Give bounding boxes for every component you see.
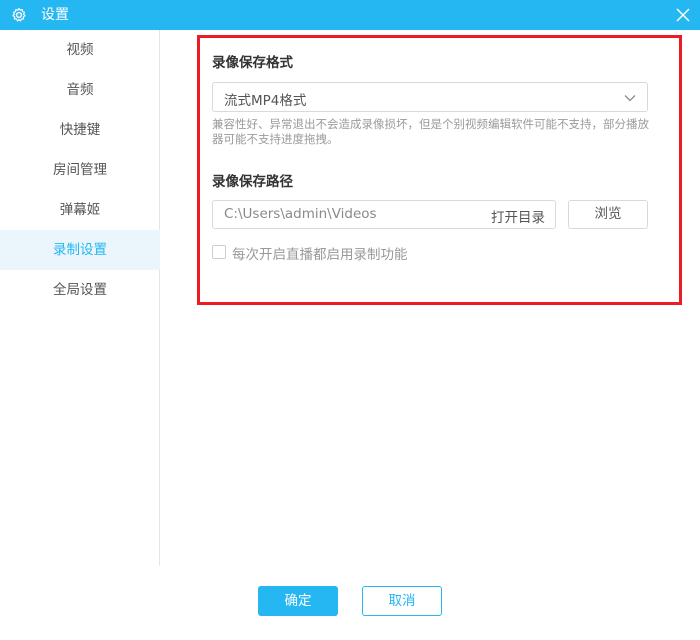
browse-button[interactable]: 浏览 bbox=[568, 200, 648, 229]
sidebar-item-global[interactable]: 全局设置 bbox=[0, 270, 160, 310]
sidebar-item-label: 录制设置 bbox=[53, 242, 107, 258]
sidebar-item-danmaku[interactable]: 弹幕姬 bbox=[0, 190, 160, 230]
path-label: 录像保存路径 bbox=[212, 174, 293, 190]
format-select[interactable]: 流式MP4格式 bbox=[212, 82, 648, 112]
sidebar-item-audio[interactable]: 音频 bbox=[0, 70, 160, 110]
sidebar-item-label: 快捷键 bbox=[59, 122, 101, 138]
save-path-value: C:\Users\admin\Videos bbox=[224, 206, 377, 222]
sidebar-item-recording[interactable]: 录制设置 bbox=[0, 230, 160, 270]
format-select-value: 流式MP4格式 bbox=[224, 93, 307, 109]
sidebar-item-label: 房间管理 bbox=[53, 162, 107, 178]
save-path-field[interactable]: C:\Users\admin\Videos 打开目录 bbox=[212, 200, 556, 229]
confirm-button[interactable]: 确定 bbox=[258, 586, 338, 616]
cancel-button[interactable]: 取消 bbox=[362, 586, 442, 616]
format-label: 录像保存格式 bbox=[212, 55, 293, 71]
title-bar: 设置 bbox=[0, 0, 700, 30]
settings-sidebar: 视频 音频 快捷键 房间管理 弹幕姬 录制设置 全局设置 bbox=[0, 30, 160, 566]
sidebar-item-label: 音频 bbox=[66, 82, 94, 98]
sidebar-item-room-management[interactable]: 房间管理 bbox=[0, 150, 160, 190]
sidebar-item-hotkeys[interactable]: 快捷键 bbox=[0, 110, 160, 150]
sidebar-item-label: 弹幕姬 bbox=[59, 202, 101, 218]
open-directory-button[interactable]: 打开目录 bbox=[491, 206, 545, 226]
sidebar-item-video[interactable]: 视频 bbox=[0, 30, 160, 70]
window-title: 设置 bbox=[41, 7, 69, 23]
auto-record-checkbox[interactable] bbox=[212, 245, 226, 259]
chevron-down-icon bbox=[624, 95, 636, 102]
close-icon[interactable] bbox=[674, 6, 692, 24]
sidebar-item-label: 视频 bbox=[66, 42, 94, 58]
auto-record-label[interactable]: 每次开启直播都启用录制功能 bbox=[232, 243, 408, 263]
gear-icon bbox=[12, 7, 26, 22]
sidebar-item-label: 全局设置 bbox=[53, 282, 107, 298]
format-hint: 兼容性好、异常退出不会造成录像损坏，但是个别视频编辑软件可能不支持，部分播放器可… bbox=[212, 117, 649, 146]
